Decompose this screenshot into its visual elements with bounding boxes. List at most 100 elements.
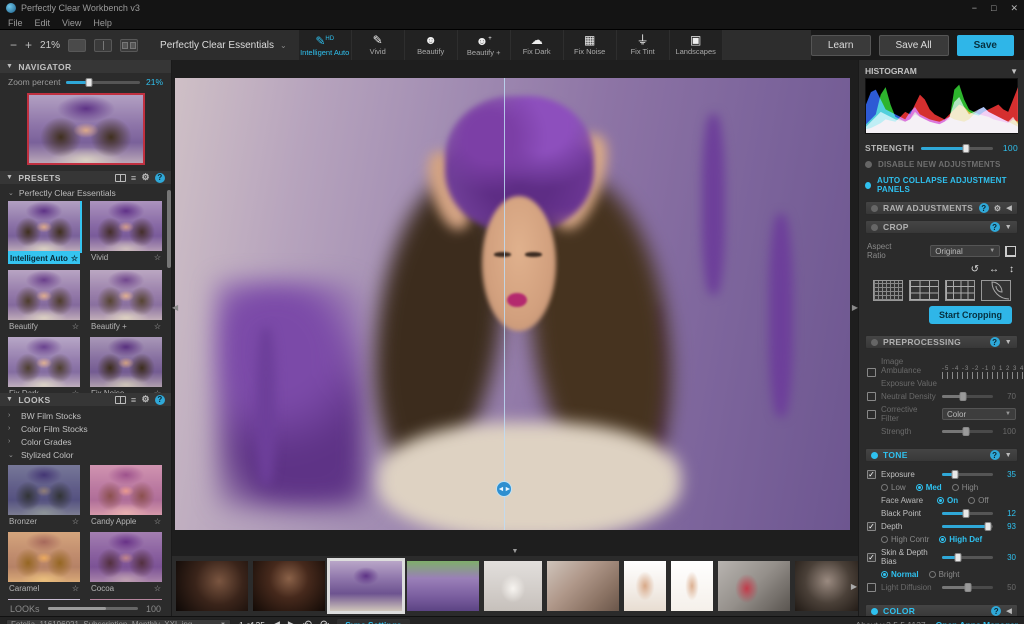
- look-item-candy-apple[interactable]: Candy Apple☆: [90, 465, 162, 526]
- strength-slider[interactable]: [942, 430, 993, 433]
- neutral-density-checkbox[interactable]: [867, 392, 876, 401]
- list-view-icon[interactable]: ≡: [131, 173, 137, 183]
- filmstrip-toggle-icon[interactable]: ▼: [172, 546, 858, 556]
- previous-image-button[interactable]: ◀: [273, 619, 280, 624]
- open-apps-manager-button[interactable]: Open Apps Manager: [936, 620, 1018, 624]
- split-drag-handle[interactable]: ◄►: [496, 481, 512, 497]
- rotate-icon[interactable]: ↺: [971, 264, 979, 275]
- toolbar-preset-vivid[interactable]: ✎Vivid: [352, 30, 405, 60]
- crop-grid-4x3-button[interactable]: [945, 280, 975, 301]
- help-icon[interactable]: ?: [155, 173, 165, 183]
- presets-scrollbar[interactable]: [167, 190, 171, 268]
- corrective-filter-dropdown[interactable]: Color▼: [942, 408, 1016, 420]
- bright-radio[interactable]: Bright: [929, 570, 960, 579]
- favorite-star-icon[interactable]: ☆: [72, 584, 79, 593]
- med-radio[interactable]: Med: [916, 483, 942, 492]
- view-single-button[interactable]: [68, 39, 86, 52]
- minimize-button[interactable]: −: [972, 3, 977, 14]
- favorite-star-icon[interactable]: ☆: [72, 517, 79, 526]
- black-point-slider[interactable]: [942, 512, 993, 515]
- favorite-star-icon[interactable]: ☆: [72, 389, 79, 393]
- normal-radio[interactable]: Normal: [881, 570, 919, 579]
- crop-grid-golden-spiral-button[interactable]: [981, 280, 1011, 301]
- light-diffusion-slider[interactable]: [942, 586, 993, 589]
- favorite-star-icon[interactable]: ☆: [154, 584, 161, 593]
- slider-knob[interactable]: [963, 509, 970, 518]
- slider-knob[interactable]: [964, 583, 971, 592]
- gear-icon[interactable]: ⚙: [142, 172, 150, 183]
- view-side-by-side-button[interactable]: [120, 39, 138, 52]
- depth-checkbox[interactable]: ✓: [867, 522, 876, 531]
- raw-adjustments-header[interactable]: RAW ADJUSTMENTS ? ⚙ ◀: [865, 201, 1018, 215]
- collapsed-triangle-icon[interactable]: ◀: [1006, 607, 1012, 615]
- favorite-star-icon[interactable]: ☆: [154, 517, 161, 526]
- toolbar-preset-intelligent-auto[interactable]: ✎HDIntelligent Auto: [299, 30, 352, 60]
- collapse-triangle-icon[interactable]: ▼: [1010, 67, 1018, 76]
- list-view-icon[interactable]: ≡: [131, 395, 137, 405]
- zoom-out-button[interactable]: −: [10, 38, 17, 52]
- preset-item-beautify[interactable]: Beautify☆: [8, 270, 80, 331]
- flip-vertical-icon[interactable]: ↕: [1009, 264, 1014, 275]
- slider-knob[interactable]: [960, 392, 967, 401]
- crop-grid-thirds-button[interactable]: [909, 280, 939, 301]
- off-radio[interactable]: Off: [968, 496, 989, 505]
- look-item[interactable]: [8, 599, 80, 600]
- slider-knob[interactable]: [955, 553, 962, 562]
- preset-item-fix-dark[interactable]: Fix Dark☆: [8, 337, 80, 393]
- looks-header[interactable]: ▼ LOOKS ≡ ⚙ ?: [0, 393, 171, 406]
- zoom-in-button[interactable]: +: [25, 38, 32, 52]
- crop-grid-fine-button[interactable]: [873, 280, 903, 301]
- flip-horizontal-icon[interactable]: ↔: [989, 264, 999, 275]
- collapse-left-panel-icon[interactable]: ◀: [172, 303, 178, 312]
- skin-depth-bias-slider[interactable]: [942, 556, 993, 559]
- save-all-button[interactable]: Save All: [879, 35, 949, 56]
- menu-file[interactable]: File: [8, 18, 23, 28]
- image-ambulance-checkbox[interactable]: [867, 368, 876, 377]
- menu-help[interactable]: Help: [93, 18, 112, 28]
- slider-knob[interactable]: [984, 522, 991, 531]
- look-item-cocoa[interactable]: Cocoa☆: [90, 532, 162, 593]
- sync-settings-button[interactable]: Sync Settings: [337, 619, 409, 624]
- menu-view[interactable]: View: [62, 18, 81, 28]
- toolbar-preset-fix-noise[interactable]: ▦Fix Noise: [564, 30, 617, 60]
- toolbar-preset-beautify[interactable]: ☻Beautify: [405, 30, 458, 60]
- look-item-caramel[interactable]: Caramel☆: [8, 532, 80, 593]
- looks-strength-slider[interactable]: [48, 607, 138, 610]
- low-radio[interactable]: Low: [881, 483, 906, 492]
- filmstrip-thumbnail-8[interactable]: [671, 561, 713, 611]
- filmstrip-thumbnail-6[interactable]: [547, 561, 619, 611]
- toolbar-preset-beautify-[interactable]: ☻+Beautify +: [458, 30, 511, 60]
- view-split-button[interactable]: [94, 39, 112, 52]
- high-def-radio[interactable]: High Def: [939, 535, 982, 544]
- filmstrip-thumbnail-9[interactable]: [718, 561, 790, 611]
- preset-item-beautify-+[interactable]: Beautify +☆: [90, 270, 162, 331]
- color-header[interactable]: COLOR ? ◀: [865, 604, 1018, 616]
- filmstrip-thumbnail-2[interactable]: [253, 561, 325, 611]
- preset-item-fix-noise[interactable]: Fix Noise☆: [90, 337, 162, 393]
- exposure-value-ruler[interactable]: -5 -4 -3 -2 -1 0 1 2 3 4 5: [942, 366, 1024, 379]
- preprocessing-header[interactable]: PREPROCESSING ? ▼: [865, 335, 1018, 349]
- redo-button[interactable]: ↷: [320, 618, 329, 624]
- help-icon[interactable]: ?: [979, 203, 989, 213]
- crop-header[interactable]: CROP ? ▼: [865, 220, 1018, 234]
- toolbar-preset-fix-tint[interactable]: ⏚Fix Tint: [617, 30, 670, 60]
- looks-tree-color-grades[interactable]: ›Color Grades: [8, 435, 163, 448]
- filmstrip-next-icon[interactable]: ▶: [851, 582, 857, 591]
- exposure-checkbox[interactable]: ✓: [867, 470, 876, 479]
- looks-tree-color-film-stocks[interactable]: ›Color Film Stocks: [8, 422, 163, 435]
- crop-icon[interactable]: [1005, 246, 1016, 257]
- filmstrip-thumbnail-10[interactable]: [795, 561, 858, 611]
- undo-button[interactable]: ↶: [303, 618, 312, 624]
- help-icon[interactable]: ?: [155, 395, 165, 405]
- neutral-density-slider[interactable]: [942, 395, 993, 398]
- look-item-bronzer[interactable]: Bronzer☆: [8, 465, 80, 526]
- favorite-star-icon[interactable]: ☆: [154, 389, 161, 393]
- looks-tree-bw-film-stocks[interactable]: ›BW Film Stocks: [8, 409, 163, 422]
- aspect-ratio-dropdown[interactable]: Original ▼: [930, 245, 1000, 257]
- slider-knob[interactable]: [963, 427, 970, 436]
- help-icon[interactable]: ?: [990, 222, 1000, 232]
- before-after-split-line[interactable]: [504, 78, 505, 530]
- preset-item-vivid[interactable]: Vivid☆: [90, 201, 162, 264]
- toolbar-preset-fix-dark[interactable]: ☁Fix Dark: [511, 30, 564, 60]
- collapse-right-panel-icon[interactable]: ▶: [852, 303, 858, 312]
